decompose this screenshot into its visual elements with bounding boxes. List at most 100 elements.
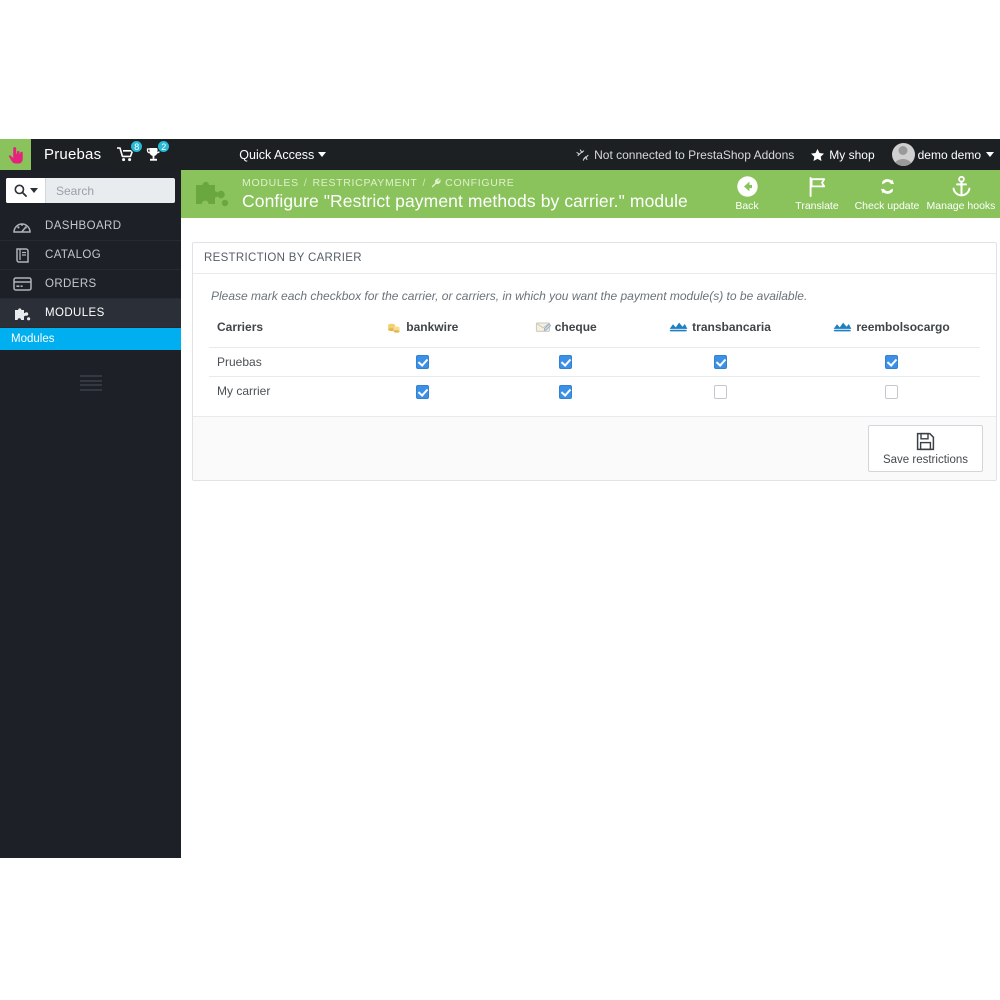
- column-header-bankwire: bankwire: [350, 319, 494, 348]
- cell-mycarrier-transbancaria[interactable]: [637, 376, 804, 406]
- search-icon: [14, 184, 27, 197]
- search-input[interactable]: [46, 178, 175, 203]
- avatar: [891, 143, 915, 166]
- star-icon: [811, 148, 825, 161]
- checkbox-mycarrier-reembolsocargo[interactable]: [885, 384, 899, 399]
- back-button[interactable]: Back: [712, 175, 782, 212]
- cheque-icon: [535, 322, 551, 332]
- restriction-table: Carriers bankwire cheque transbancaria r…: [209, 319, 980, 406]
- sidebar-item-label: ORDERS: [45, 278, 97, 290]
- catalog-icon: [11, 247, 33, 264]
- breadcrumb-root[interactable]: MODULES: [242, 177, 299, 189]
- sidebar-item-orders[interactable]: ORDERS: [0, 270, 181, 299]
- checkbox-mycarrier-bankwire[interactable]: [415, 384, 429, 399]
- sidebar-item-modules[interactable]: MODULES: [0, 299, 181, 328]
- back-arrow-icon: [736, 176, 758, 197]
- column-header-reembolsocargo: reembolsocargo: [803, 319, 980, 348]
- addons-connection-link[interactable]: Not connected to PrestaShop Addons: [576, 148, 794, 162]
- chevron-down-icon: [986, 152, 994, 157]
- checkbox-mycarrier-transbancaria[interactable]: [713, 384, 727, 399]
- sidebar-subitem-modules[interactable]: Modules: [0, 328, 181, 350]
- my-shop-link[interactable]: My shop: [811, 148, 875, 162]
- panel-hint: Please mark each checkbox for the carrie…: [211, 289, 808, 303]
- floppy-disk-icon: [916, 432, 935, 450]
- carrier-name: Pruebas: [209, 347, 351, 377]
- topbar-badges: 8 2: [117, 140, 171, 162]
- table-body: Pruebas My carrier: [209, 347, 980, 406]
- table-row: Pruebas: [209, 347, 980, 377]
- wrench-icon: [431, 177, 441, 187]
- carrier-name: My carrier: [209, 376, 351, 406]
- checkbox-pruebas-bankwire[interactable]: [415, 355, 429, 370]
- cell-mycarrier-cheque[interactable]: [494, 376, 637, 406]
- trophy-badge-count: 2: [157, 140, 171, 153]
- breadcrumb-current: CONFIGURE: [431, 177, 514, 189]
- modules-icon: [11, 305, 33, 322]
- checkbox-mycarrier-cheque[interactable]: [559, 384, 573, 399]
- cell-pruebas-reembolsocargo[interactable]: [803, 347, 980, 377]
- check-update-button-label: Check update: [854, 200, 920, 212]
- column-header-carriers: Carriers: [217, 320, 264, 334]
- table-header: Carriers bankwire cheque transbancaria r…: [209, 319, 980, 348]
- puzzle-piece-icon: [196, 181, 229, 207]
- addons-icon: [576, 149, 589, 161]
- translate-button-label: Translate: [795, 200, 839, 212]
- search-scope-button[interactable]: [6, 178, 46, 203]
- page-header-toolbar: Back Translate Check update Manage hooks: [712, 170, 1000, 218]
- sidebar-item-label: MODULES: [45, 307, 105, 319]
- sidebar-item-dashboard[interactable]: DASHBOARD: [0, 212, 181, 241]
- translate-button[interactable]: Translate: [782, 175, 852, 212]
- anchor-icon: [952, 175, 970, 197]
- table-row: My carrier: [209, 376, 980, 406]
- sidebar-subitem-label: Modules: [11, 333, 55, 345]
- save-restrictions-button[interactable]: Save restrictions: [867, 424, 983, 472]
- coins-icon: [388, 323, 400, 333]
- top-navigation-bar: Pruebas 8 2 Quick Access Not connected t…: [0, 139, 1000, 170]
- checkbox-pruebas-reembolsocargo[interactable]: [885, 355, 899, 370]
- cell-pruebas-transbancaria[interactable]: [637, 347, 804, 377]
- sidebar-search: [0, 170, 181, 212]
- orders-icon: [11, 277, 33, 291]
- sidebar-item-label: DASHBOARD: [45, 220, 122, 232]
- trophy-notifications[interactable]: 2: [146, 140, 171, 162]
- breadcrumb-section[interactable]: RESTRICPAYMENT: [312, 177, 417, 189]
- table-header-row: Carriers bankwire cheque transbancaria r…: [209, 319, 980, 348]
- breadcrumb-separator: /: [303, 176, 308, 189]
- sidebar-item-label: CATALOG: [45, 249, 102, 261]
- save-restrictions-label: Save restrictions: [882, 453, 968, 466]
- prestashop-logo[interactable]: [0, 139, 31, 170]
- dashboard-icon: [11, 219, 33, 234]
- cart-notifications[interactable]: 8: [117, 140, 144, 162]
- search-box[interactable]: [6, 178, 175, 203]
- chevron-down-icon: [30, 188, 38, 193]
- cell-mycarrier-bankwire[interactable]: [350, 376, 495, 406]
- user-name: demo demo: [917, 147, 981, 162]
- main-content: RESTRICTION BY CARRIER Please mark each …: [181, 218, 1000, 858]
- column-header-cheque: cheque: [494, 319, 637, 348]
- reembolsocargo-icon: [833, 322, 852, 332]
- manage-hooks-button[interactable]: Manage hooks: [922, 175, 1000, 212]
- manage-hooks-button-label: Manage hooks: [926, 200, 996, 212]
- page-header-texts: MODULES / RESTRICPAYMENT / CONFIGURE Con…: [242, 177, 688, 212]
- flag-icon: [809, 177, 825, 197]
- check-update-button[interactable]: Check update: [852, 175, 922, 212]
- sidebar-item-catalog[interactable]: CATALOG: [0, 241, 181, 270]
- panel-heading: RESTRICTION BY CARRIER: [193, 243, 996, 274]
- cart-badge-count: 8: [130, 140, 144, 153]
- checkbox-pruebas-cheque[interactable]: [559, 355, 573, 370]
- quick-access-menu[interactable]: Quick Access: [239, 148, 327, 162]
- collapse-menu-icon[interactable]: [79, 375, 102, 391]
- checkbox-pruebas-transbancaria[interactable]: [713, 355, 727, 370]
- cell-pruebas-bankwire[interactable]: [350, 347, 495, 377]
- addons-label: Not connected to PrestaShop Addons: [594, 147, 795, 162]
- shop-name: Pruebas: [44, 146, 102, 163]
- hand-pointer-icon: [8, 146, 23, 163]
- panel-body: Please mark each checkbox for the carrie…: [193, 274, 996, 406]
- breadcrumb-current-label: CONFIGURE: [445, 176, 515, 189]
- back-button-label: Back: [735, 200, 759, 212]
- panel-footer: Save restrictions: [193, 415, 996, 480]
- page-header: MODULES / RESTRICPAYMENT / CONFIGURE Con…: [181, 170, 1000, 218]
- cell-mycarrier-reembolsocargo[interactable]: [803, 376, 980, 406]
- user-menu[interactable]: demo demo: [891, 143, 994, 166]
- cell-pruebas-cheque[interactable]: [494, 347, 637, 377]
